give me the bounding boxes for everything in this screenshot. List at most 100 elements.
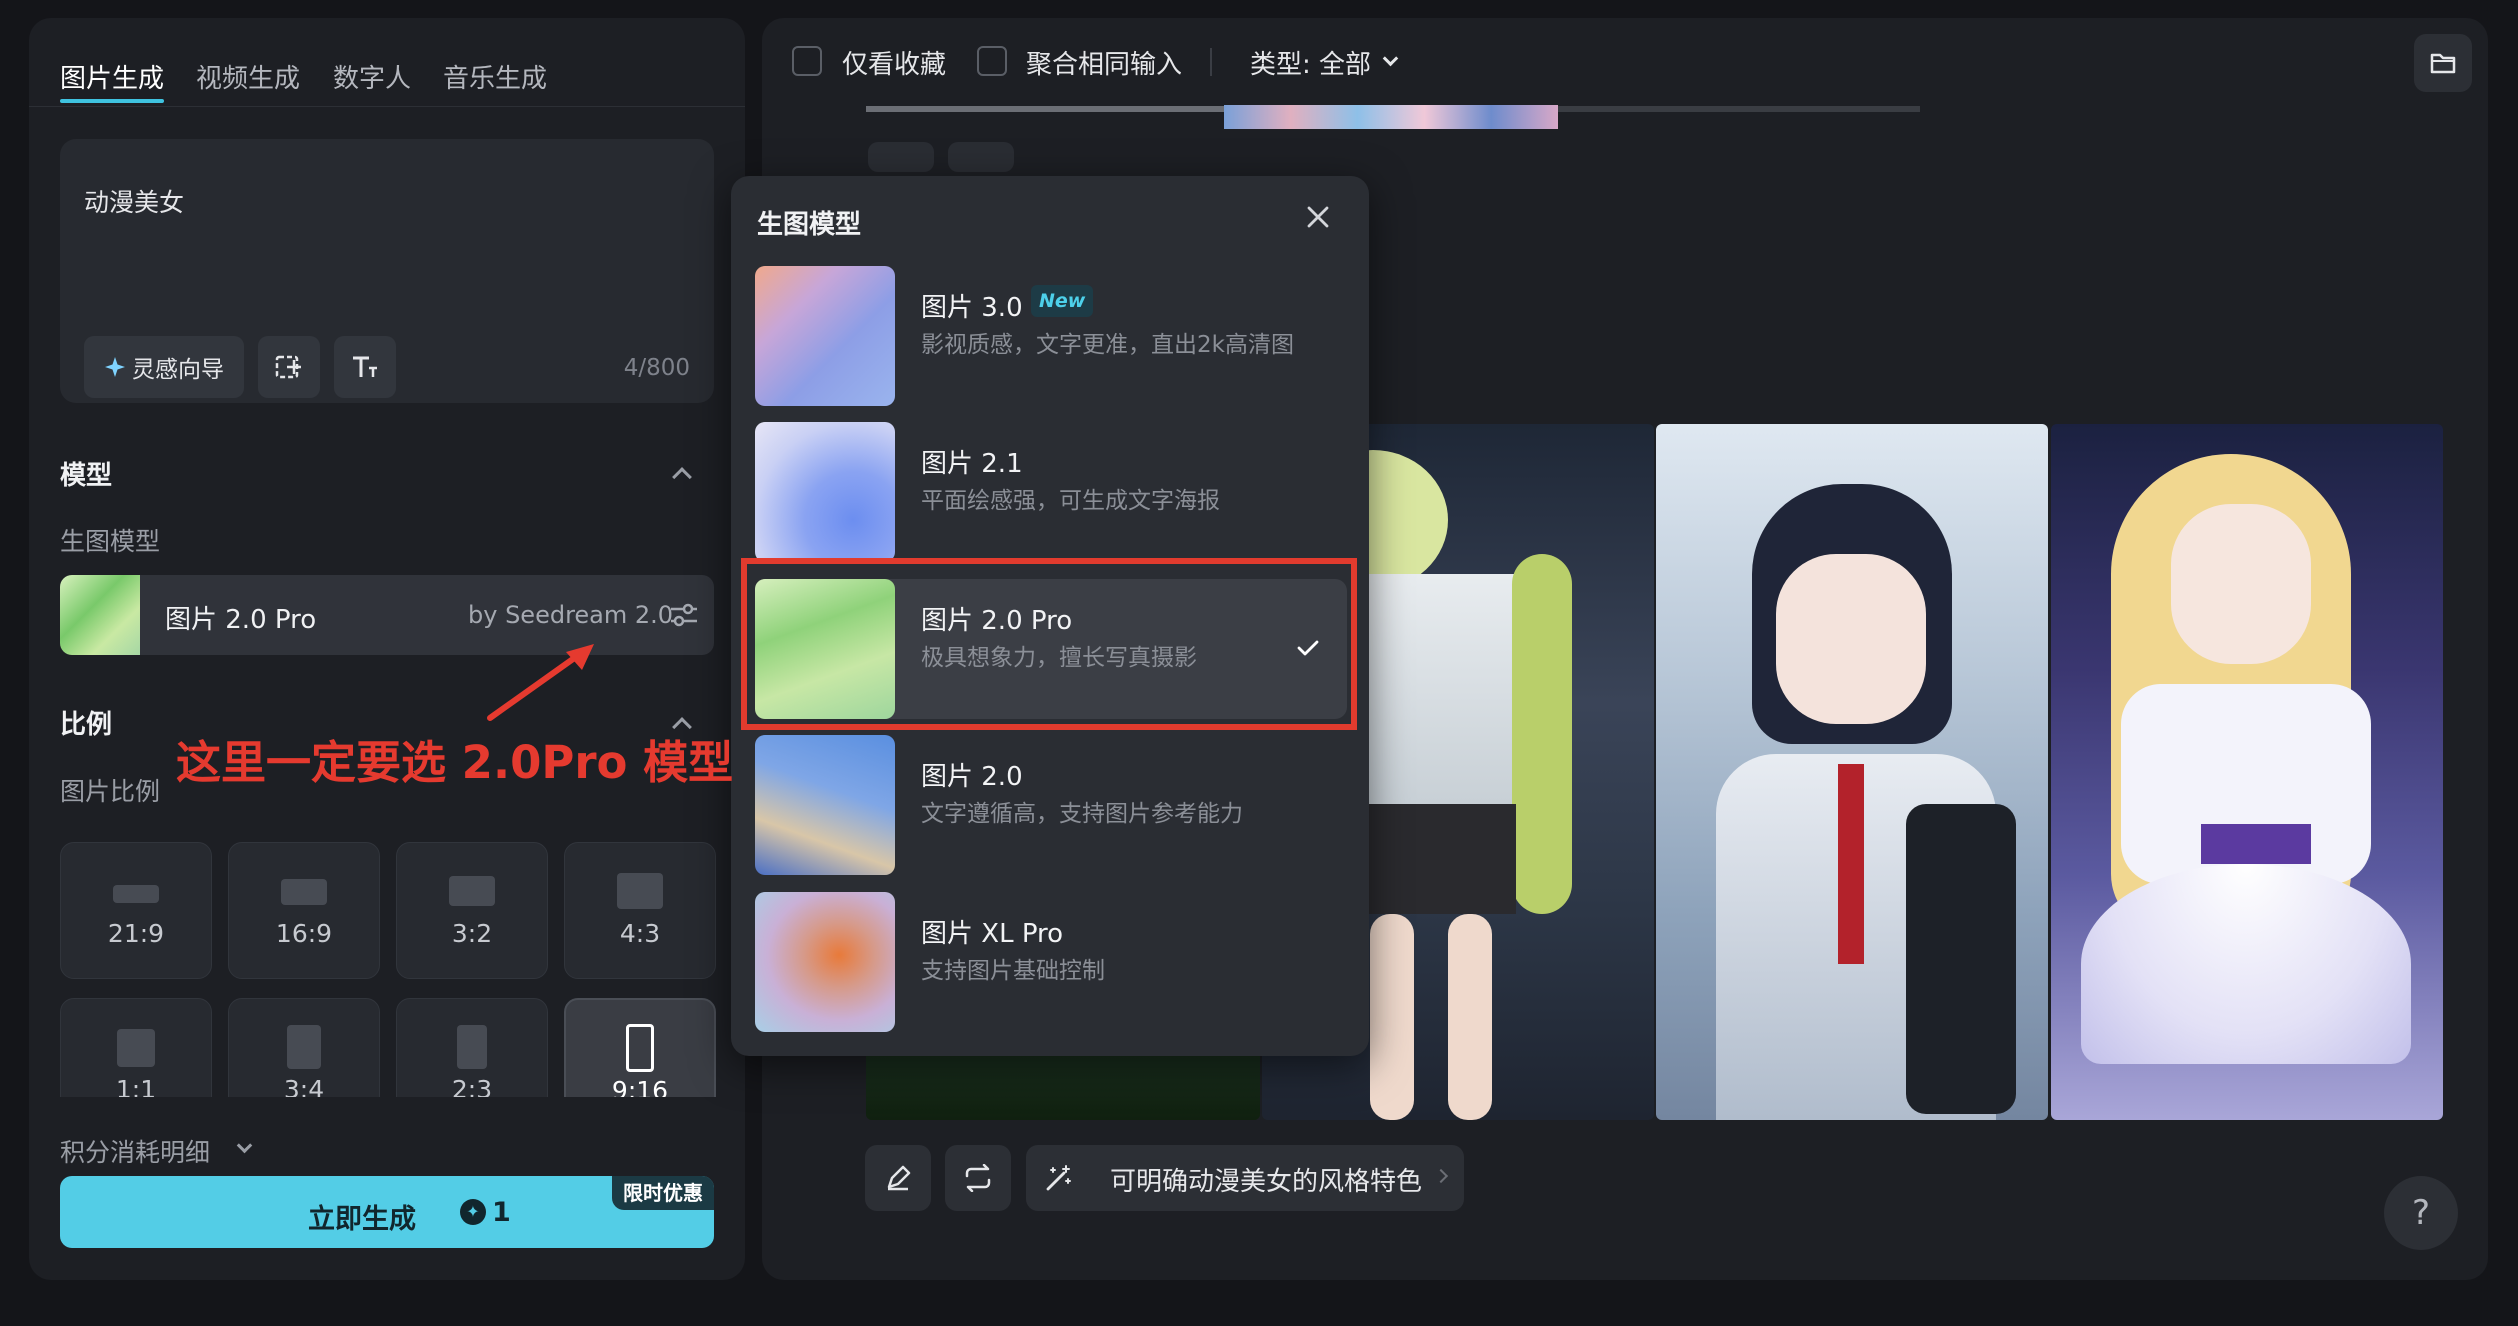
history-chip [948,142,1014,172]
tab-music-generation[interactable]: 音乐生成 [443,58,547,95]
model-section-subtitle: 生图模型 [60,527,161,556]
ratio-shape-icon [117,1029,155,1067]
model-thumbnail [755,892,895,1032]
generated-image-3[interactable] [1656,424,2048,1120]
ratio-shape-icon [617,873,663,909]
ratio-label: 3:4 [283,1075,325,1097]
model-thumbnail [755,422,895,562]
regenerate-button[interactable] [945,1145,1011,1211]
history-thumbnail-strip[interactable] [1224,105,1558,129]
ratio-option-4-3[interactable]: 4:3 [564,842,716,979]
ratio-label: 21:9 [107,919,165,948]
chevron-down-icon[interactable] [1382,50,1399,67]
repeat-icon [963,1164,993,1192]
close-icon[interactable] [1303,202,1333,232]
prompt-box[interactable]: 动漫美女 灵感向导 4/800 [60,139,714,403]
active-tab-indicator [60,99,164,103]
model-thumbnail [60,575,140,655]
ratio-label: 9:16 [611,1076,669,1097]
ratio-option-2-3[interactable]: 2:3 [396,998,548,1097]
chevron-down-icon[interactable] [236,1137,253,1154]
reference-image-button[interactable] [258,336,320,398]
favorites-only-label[interactable]: 仅看收藏 [842,44,946,81]
dropdown-title: 生图模型 [757,210,862,240]
ratio-option-3-2[interactable]: 3:2 [396,842,548,979]
selected-model-name: 图片 2.0 Pro [165,605,317,635]
toolbar-separator [1210,48,1212,76]
prompt-suggestion-text: 可明确动漫美女的风格特色 [1110,1167,1423,1197]
model-selector[interactable]: 图片 2.0 Pro by Seedream 2.0 [60,575,714,655]
tab-divider [29,106,745,107]
merge-same-input-checkbox[interactable] [977,46,1007,76]
model-option-2-1[interactable]: 图片 2.1 平面绘感强，可生成文字海报 [755,422,1347,562]
ratio-label: 3:2 [451,919,493,948]
ratio-label: 4:3 [619,919,661,948]
prompt-suggestion-chip[interactable]: 可明确动漫美女的风格特色 [1026,1145,1464,1211]
inspiration-guide-label: 灵感向导 [132,357,224,383]
model-option-name: 图片 XL Pro [921,919,1064,949]
pencil-icon [884,1164,912,1192]
sparkle-icon [104,356,126,378]
ratio-option-9-16[interactable]: 9:16 [564,998,716,1097]
model-option-xl-pro[interactable]: 图片 XL Pro 支持图片基础控制 [755,892,1347,1032]
merge-same-input-label[interactable]: 聚合相同输入 [1026,44,1182,81]
ratio-option-1-1[interactable]: 1:1 [60,998,212,1097]
model-option-name: 图片 3.0 [921,293,1023,323]
generated-image-4[interactable] [2051,424,2443,1120]
model-option-name: 图片 2.1 [921,449,1023,479]
ratio-grid: 21:9 16:9 3:2 4:3 1:1 3:4 2:3 9:16 [60,842,720,1097]
model-option-desc: 平面绘感强，可生成文字海报 [921,488,1220,514]
settings-sliders-icon[interactable] [668,599,700,631]
char-count: 4/800 [623,355,690,381]
left-panel: 图片生成 视频生成 数字人 音乐生成 动漫美女 灵感向导 4/800 模型 生图… [29,18,745,1280]
ratio-option-16-9[interactable]: 16:9 [228,842,380,979]
history-scroll-fill [866,106,1235,112]
type-filter-dropdown[interactable]: 类型: 全部 [1250,44,1371,81]
annotation-arrow-icon [487,644,594,721]
model-thumbnail [755,735,895,875]
model-option-desc: 影视质感，文字更准，直出2k高清图 [921,332,1294,358]
model-option-3-0[interactable]: 图片 3.0 New 影视质感，文字更准，直出2k高清图 [755,266,1347,406]
annotation-highlight-box [741,558,1357,730]
tab-digital-human[interactable]: 数字人 [333,58,411,95]
model-section-title: 模型 [60,461,113,491]
ratio-section-subtitle: 图片比例 [60,777,161,806]
help-button[interactable]: ? [2384,1176,2458,1250]
model-option-desc: 文字遵循高，支持图片参考能力 [921,801,1243,827]
magic-wand-icon [1044,1163,1074,1193]
text-format-icon [350,352,380,382]
ratio-option-3-4[interactable]: 3:4 [228,998,380,1097]
text-style-button[interactable] [334,336,396,398]
generate-cost: 1 [492,1197,511,1228]
inspiration-guide-button[interactable]: 灵感向导 [84,336,244,398]
credits-detail-toggle[interactable]: 积分消耗明细 [60,1133,210,1169]
favorites-only-checkbox[interactable] [792,46,822,76]
folder-button[interactable] [2414,34,2472,92]
ratio-label: 16:9 [275,919,333,948]
tab-image-generation[interactable]: 图片生成 [60,58,164,95]
generate-button[interactable]: 立即生成 ✦ 1 限时优惠 [60,1176,714,1248]
promo-badge: 限时优惠 [612,1176,714,1210]
ratio-section-title: 比例 [60,710,113,740]
selected-model-provider: by Seedream 2.0 [468,601,674,629]
chevron-right-icon [1433,1168,1449,1184]
prompt-input[interactable]: 动漫美女 [84,183,184,219]
ratio-shape-icon [281,879,327,905]
ratio-shape-icon [113,885,159,903]
generate-label: 立即生成 [308,1204,416,1235]
image-add-icon [274,352,304,382]
model-option-name: 图片 2.0 [921,762,1023,792]
annotation-text: 这里一定要选 2.0Pro 模型 [176,736,734,789]
ratio-label: 2:3 [451,1075,493,1097]
edit-button[interactable] [865,1145,931,1211]
tab-video-generation[interactable]: 视频生成 [196,58,300,95]
chevron-up-icon[interactable] [672,467,692,487]
ratio-option-21-9[interactable]: 21:9 [60,842,212,979]
ratio-shape-icon [457,1025,487,1069]
new-badge: New [1031,285,1094,317]
credit-coin-icon: ✦ [460,1199,486,1225]
history-chip [868,142,934,172]
ratio-label: 1:1 [115,1075,157,1097]
model-thumbnail [755,266,895,406]
model-option-2-0[interactable]: 图片 2.0 文字遵循高，支持图片参考能力 [755,735,1347,875]
